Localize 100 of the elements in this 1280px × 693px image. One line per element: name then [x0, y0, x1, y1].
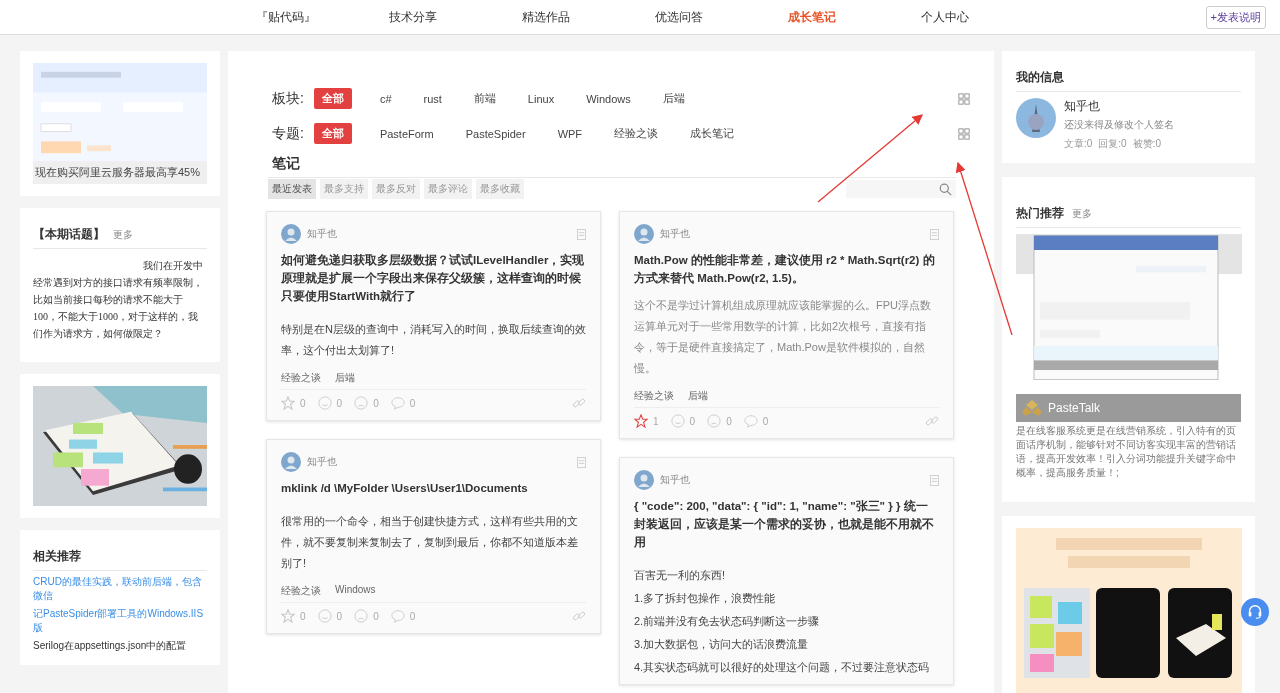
star-count: 1 [653, 415, 659, 427]
comment-count: 0 [409, 610, 416, 622]
filter-label: 专题: [272, 124, 304, 143]
note-title[interactable]: { "code": 200, "data": { "id": 1, "name": "张三" } } 统一封装返回，应该是某一个需求的妥协，也就是能不用就不用 [634, 497, 939, 551]
frown-icon[interactable] [707, 414, 722, 428]
tag-link[interactable]: 经验之谈 [281, 371, 321, 385]
star-icon[interactable] [634, 414, 648, 428]
filter-option[interactable]: PasteSpider [461, 125, 530, 142]
ad-caption[interactable]: 现在购买阿里云服务器最高享45% [33, 161, 207, 184]
note-text: 这个不是学过计算机组成原理就应该能掌握的么。FPU浮点数运算单元对于一些常用数学的计算，比如2次根号，直接有指令，等于是硬件直接搞定了，Math.Pow是软件模拟的，自然慢。 [634, 298, 932, 376]
tag-link[interactable]: 后端 [335, 371, 355, 385]
link-icon[interactable] [572, 396, 586, 410]
document-icon[interactable] [930, 228, 939, 240]
grid-icon[interactable] [958, 92, 970, 105]
user-stat: 被赞:0 [1132, 137, 1162, 151]
avatar-icon [281, 224, 301, 244]
more-link[interactable]: 更多 [113, 228, 133, 242]
frown-icon[interactable] [354, 609, 369, 623]
more-link[interactable]: 更多 [1072, 207, 1092, 221]
note-text: 3.加大数据包，访问大的话浪费流量 [634, 637, 810, 652]
post-guide-button[interactable]: +发表说明 [1205, 5, 1266, 29]
related-link[interactable]: 记PasteSpider部署工具的Windows.IIS版 [33, 607, 207, 635]
star-icon[interactable] [281, 396, 295, 410]
tag-link[interactable]: Windows [335, 584, 376, 598]
author-name[interactable]: 知乎也 [660, 473, 690, 487]
filter-option[interactable]: Windows [582, 90, 635, 107]
tag-link[interactable]: 后端 [688, 389, 708, 403]
related-link[interactable]: CRUD的最佳实践，联动前后端，包含微信 [33, 575, 207, 603]
grid-icon[interactable] [958, 127, 970, 140]
topic-title: 【本期话题】 [33, 226, 105, 243]
smile-icon[interactable] [670, 414, 685, 428]
stacked-shapes-icon [1022, 400, 1042, 416]
avatar-icon [634, 470, 654, 490]
document-icon[interactable] [577, 228, 586, 240]
comment-icon[interactable] [743, 414, 758, 428]
link-icon[interactable] [925, 414, 939, 428]
avatar-icon[interactable] [1016, 98, 1056, 138]
star-icon[interactable] [281, 609, 295, 623]
document-icon[interactable] [930, 474, 939, 486]
search-icon[interactable] [939, 182, 952, 196]
like-count: 0 [336, 610, 343, 622]
note-text: 很常用的一个命令，相当于创建快捷方式，这样有些共用的文件，就不要复制来复制去了，复制到最后，你都不知道版本差别了! [281, 514, 579, 571]
comment-count: 0 [409, 397, 416, 409]
comment-icon[interactable] [390, 396, 405, 410]
author-name[interactable]: 知乎也 [307, 455, 337, 469]
note-title[interactable]: Math.Pow 的性能非常差，建议使用 r2 * Math.Sqrt(r2) 的方式来替代 Math.Pow(r2, 1.5)。 [634, 251, 939, 287]
filter-option[interactable]: rust [419, 90, 446, 107]
star-count: 0 [300, 610, 306, 622]
tag-link[interactable]: 经验之谈 [281, 584, 321, 598]
frown-icon[interactable] [354, 396, 369, 410]
note-title[interactable]: mklink /d \MyFolder \Users\User1\Documents [281, 479, 586, 497]
note-text: 2.前端并没有免去状态码判断这一步骤 [634, 614, 821, 629]
smile-icon[interactable] [317, 609, 332, 623]
tag-link[interactable]: 经验之谈 [634, 389, 674, 403]
nav-link[interactable]: 成长笔记 [788, 8, 921, 26]
filter-option[interactable]: PasteForm [375, 125, 438, 142]
note-text: 1.多了拆封包操作，浪费性能 [634, 591, 777, 606]
headset-icon [1246, 603, 1264, 621]
like-count: 0 [336, 397, 343, 409]
section-title: 笔记 [271, 155, 301, 173]
info-title: 我的信息 [1016, 69, 1064, 86]
nav-link[interactable]: 技术分享 [389, 8, 522, 26]
note-text: 4.其实状态码就可以很好的处理这个问题，不过要注意状态码 [634, 660, 931, 675]
dislike-count: 0 [373, 397, 379, 409]
nav-link[interactable]: 个人中心 [921, 8, 1054, 26]
note-text: 特别是在N层级的查询中，消耗写入的时间，换取后续查询的效率，这个付出太划算了! [281, 322, 586, 358]
dislike-count: 0 [373, 610, 379, 622]
filter-option[interactable]: Linux [523, 90, 559, 107]
filter-option[interactable]: c# [375, 90, 396, 107]
filter-option[interactable]: 成长笔记 [686, 124, 739, 143]
nav-link[interactable]: 精选作品 [522, 8, 655, 26]
topic-text: 我们在开发中经常遇到对方的接口请求有频率限制，比如当前接口每秒的请求不能大于100，不能大于1000，对于这样的，我们作为请求方，如何做限定？ [33, 259, 204, 341]
signature: 还没来得及修改个人签名 [1064, 118, 1174, 132]
filter-label: 板块: [272, 89, 304, 108]
product-description: 是在线客服系统更是在线营销系统，引入特有的页面话序机制，能够针对不同访客实现丰富的营销话语，提高开发效率！引入分词功能提升关键字命中概率，提高服务质量！; [1016, 424, 1237, 480]
comment-icon[interactable] [390, 609, 405, 623]
filter-option[interactable]: WPF [553, 125, 587, 142]
related-title: 相关推荐 [33, 548, 81, 565]
nav-link[interactable]: 优选问答 [655, 8, 788, 26]
like-count: 0 [689, 415, 696, 427]
star-count: 0 [300, 397, 306, 409]
author-name[interactable]: 知乎也 [660, 227, 690, 241]
filter-option[interactable]: 全部 [313, 123, 352, 144]
search-field[interactable] [846, 180, 956, 198]
document-icon[interactable] [577, 456, 586, 468]
filter-option[interactable]: 前端 [469, 89, 500, 108]
smile-icon[interactable] [317, 396, 332, 410]
user-stat: 回复:0 [1098, 137, 1127, 151]
filter-option[interactable]: 后端 [658, 89, 689, 108]
note-title[interactable]: 如何避免递归获取多层级数据？试试ILevelHandler，实现原理就是扩展一个字段出来保存父级簇，这样查询的时候只要使用StartWith就行了 [281, 251, 586, 305]
comment-count: 0 [762, 415, 769, 427]
user-stat: 文章:0 [1064, 137, 1093, 151]
filter-option[interactable]: 经验之谈 [610, 124, 663, 143]
author-name[interactable]: 知乎也 [307, 227, 337, 241]
nav-link[interactable]: 『贴代码』 [256, 8, 389, 26]
related-link[interactable]: Serilog在appsettings.json中的配置 [33, 639, 207, 653]
link-icon[interactable] [572, 609, 586, 623]
filter-option[interactable]: 全部 [313, 88, 352, 109]
customer-support-button[interactable] [1241, 598, 1269, 626]
sort-tab[interactable]: 最近发表 [268, 179, 316, 199]
